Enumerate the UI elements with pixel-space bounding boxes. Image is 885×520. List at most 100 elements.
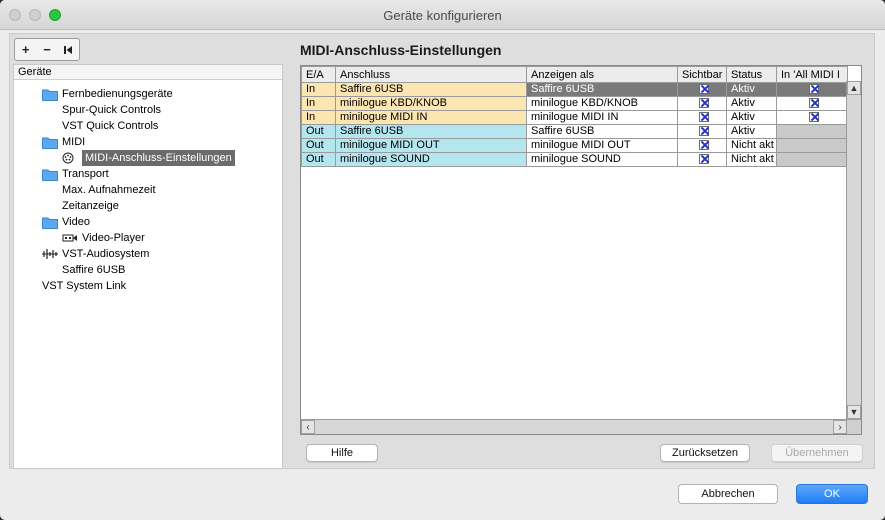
cell-all-midi[interactable] [776,82,848,97]
help-button[interactable]: Hilfe [306,444,378,462]
audio-system-icon [42,248,58,260]
tree-item-vst-system-link[interactable]: VST System Link [42,278,126,294]
cell-display-as[interactable]: minilogue SOUND [526,152,678,167]
column-header-all-midi[interactable]: In 'All MIDI I [776,66,848,83]
title-bar: Geräte konfigurieren [0,0,885,30]
page-title: MIDI-Anschluss-Einstellungen [300,42,502,58]
tree-item-midi-anschluss-einstellungen[interactable]: MIDI-Anschluss-Einstellungen [62,150,235,166]
column-header-port[interactable]: Anschluss [335,66,527,83]
cell-all-midi [776,138,848,153]
table-row[interactable]: Out minilogue SOUND minilogue SOUND Nicht a… [301,152,848,167]
scroll-corner [846,419,861,434]
visible-checkbox[interactable] [699,112,709,123]
tree-item-label: Saffire 6USB [62,264,126,276]
tree-item-label: Video [62,216,90,228]
visible-checkbox[interactable] [699,84,709,95]
tree-item-vst-audiosystem[interactable]: VST-Audiosystem [42,246,149,262]
device-setup-window: Geräte konfigurieren + − Geräte Fernbedi… [0,0,885,520]
cell-status: Aktiv [726,110,777,125]
cell-port: minilogue SOUND [335,152,527,167]
tree-item-label: Fernbedienungsgeräte [62,88,173,100]
table-row[interactable]: Out minilogue MIDI OUT minilogue MIDI OUT N… [301,138,848,153]
cell-io: In [301,96,336,111]
table-row[interactable]: In minilogue KBD/KNOB minilogue KBD/KNOB Ak… [301,96,848,111]
tree-item-max-aufnahmezeit[interactable]: Max. Aufnahmezeit [62,182,156,198]
column-header-display-as[interactable]: Anzeigen als [526,66,678,83]
cell-visible[interactable] [677,138,727,153]
reset-button[interactable]: Zurücksetzen [660,444,750,462]
column-header-status[interactable]: Status [726,66,777,83]
tree-item-label: VST Quick Controls [62,120,159,132]
tree-item-vst-quick-controls[interactable]: VST Quick Controls [62,118,158,134]
vertical-scrollbar[interactable]: ▲ ▼ [846,81,861,419]
tree-item-transport[interactable]: Transport [42,166,109,182]
column-header-visible[interactable]: Sichtbar [677,66,727,83]
dialog-content: + − Geräte Fernbedienungsgeräte Spur-Quic… [9,33,875,469]
tree-item-label: Transport [62,168,109,180]
table-body: In Saffire 6USB Saffire 6USB Aktiv In minilog… [301,82,848,167]
scroll-right-arrow-icon[interactable]: › [833,420,847,434]
cell-status: Aktiv [726,82,777,97]
tree-item-video-player[interactable]: Video-Player [62,230,145,246]
horizontal-scrollbar[interactable]: ‹ › [301,419,847,434]
tree-item-label: MIDI [62,136,86,148]
cell-display-as[interactable]: Saffire 6USB [526,124,678,139]
tree-item-label: Video-Player [82,232,145,244]
all-midi-checkbox[interactable] [809,112,819,123]
cell-display-as[interactable]: minilogue MIDI IN [526,110,678,125]
apply-button[interactable]: Übernehmen [771,444,863,462]
video-icon [62,232,78,244]
tree-item-video[interactable]: Video [42,214,90,230]
remove-device-button[interactable]: − [36,39,57,60]
cell-all-midi [776,124,848,139]
folder-icon [42,216,58,229]
tree-item-zeitanzeige[interactable]: Zeitanzeige [62,198,119,214]
cell-display-as[interactable]: Saffire 6USB [526,82,678,97]
window-title: Geräte konfigurieren [383,8,502,23]
cell-status: Nicht akt [726,152,777,167]
ok-button[interactable]: OK [796,484,868,504]
cell-display-as[interactable]: minilogue KBD/KNOB [526,96,678,111]
tree-item-label: Zeitanzeige [62,200,119,212]
cell-io: Out [301,138,336,153]
cell-status: Nicht akt [726,138,777,153]
cell-visible[interactable] [677,96,727,111]
add-device-button[interactable]: + [15,39,36,60]
folder-icon [42,88,58,101]
tree-item-midi[interactable]: MIDI [42,134,85,150]
cell-all-midi [776,152,848,167]
visible-checkbox[interactable] [699,126,709,137]
cell-io: In [301,82,336,97]
cell-visible[interactable] [677,124,727,139]
column-header-io[interactable]: E/A [301,66,336,83]
table-row[interactable]: In Saffire 6USB Saffire 6USB Aktiv [301,82,848,97]
cell-port: Saffire 6USB [335,124,527,139]
table-row[interactable]: In minilogue MIDI IN minilogue MIDI IN Akti… [301,110,848,125]
folder-icon [42,168,58,181]
scroll-down-arrow-icon[interactable]: ▼ [847,405,861,419]
visible-checkbox[interactable] [699,140,709,151]
reset-device-button[interactable] [58,39,79,60]
cell-visible[interactable] [677,110,727,125]
scroll-up-arrow-icon[interactable]: ▲ [847,81,861,95]
cell-visible[interactable] [677,82,727,97]
cell-port: minilogue MIDI IN [335,110,527,125]
cell-visible[interactable] [677,152,727,167]
tree-item-fernbedienungsger-te[interactable]: Fernbedienungsgeräte [42,86,173,102]
cell-display-as[interactable]: minilogue MIDI OUT [526,138,678,153]
tree-item-saffire-6usb[interactable]: Saffire 6USB [62,262,125,278]
all-midi-checkbox[interactable] [809,98,819,109]
cell-port: Saffire 6USB [335,82,527,97]
all-midi-checkbox[interactable] [809,84,819,95]
visible-checkbox[interactable] [699,98,709,109]
cancel-button[interactable]: Abbrechen [678,484,778,504]
cell-all-midi[interactable] [776,110,848,125]
tree-item-spur-quick-controls[interactable]: Spur-Quick Controls [62,102,161,118]
visible-checkbox[interactable] [699,154,709,165]
scroll-left-arrow-icon[interactable]: ‹ [301,420,315,434]
cell-io: In [301,110,336,125]
skip-back-icon [64,45,73,54]
table-row[interactable]: Out Saffire 6USB Saffire 6USB Aktiv [301,124,848,139]
port-grid: E/A Anschluss Anzeigen als Sichtbar Stat… [301,66,848,167]
cell-all-midi[interactable] [776,96,848,111]
